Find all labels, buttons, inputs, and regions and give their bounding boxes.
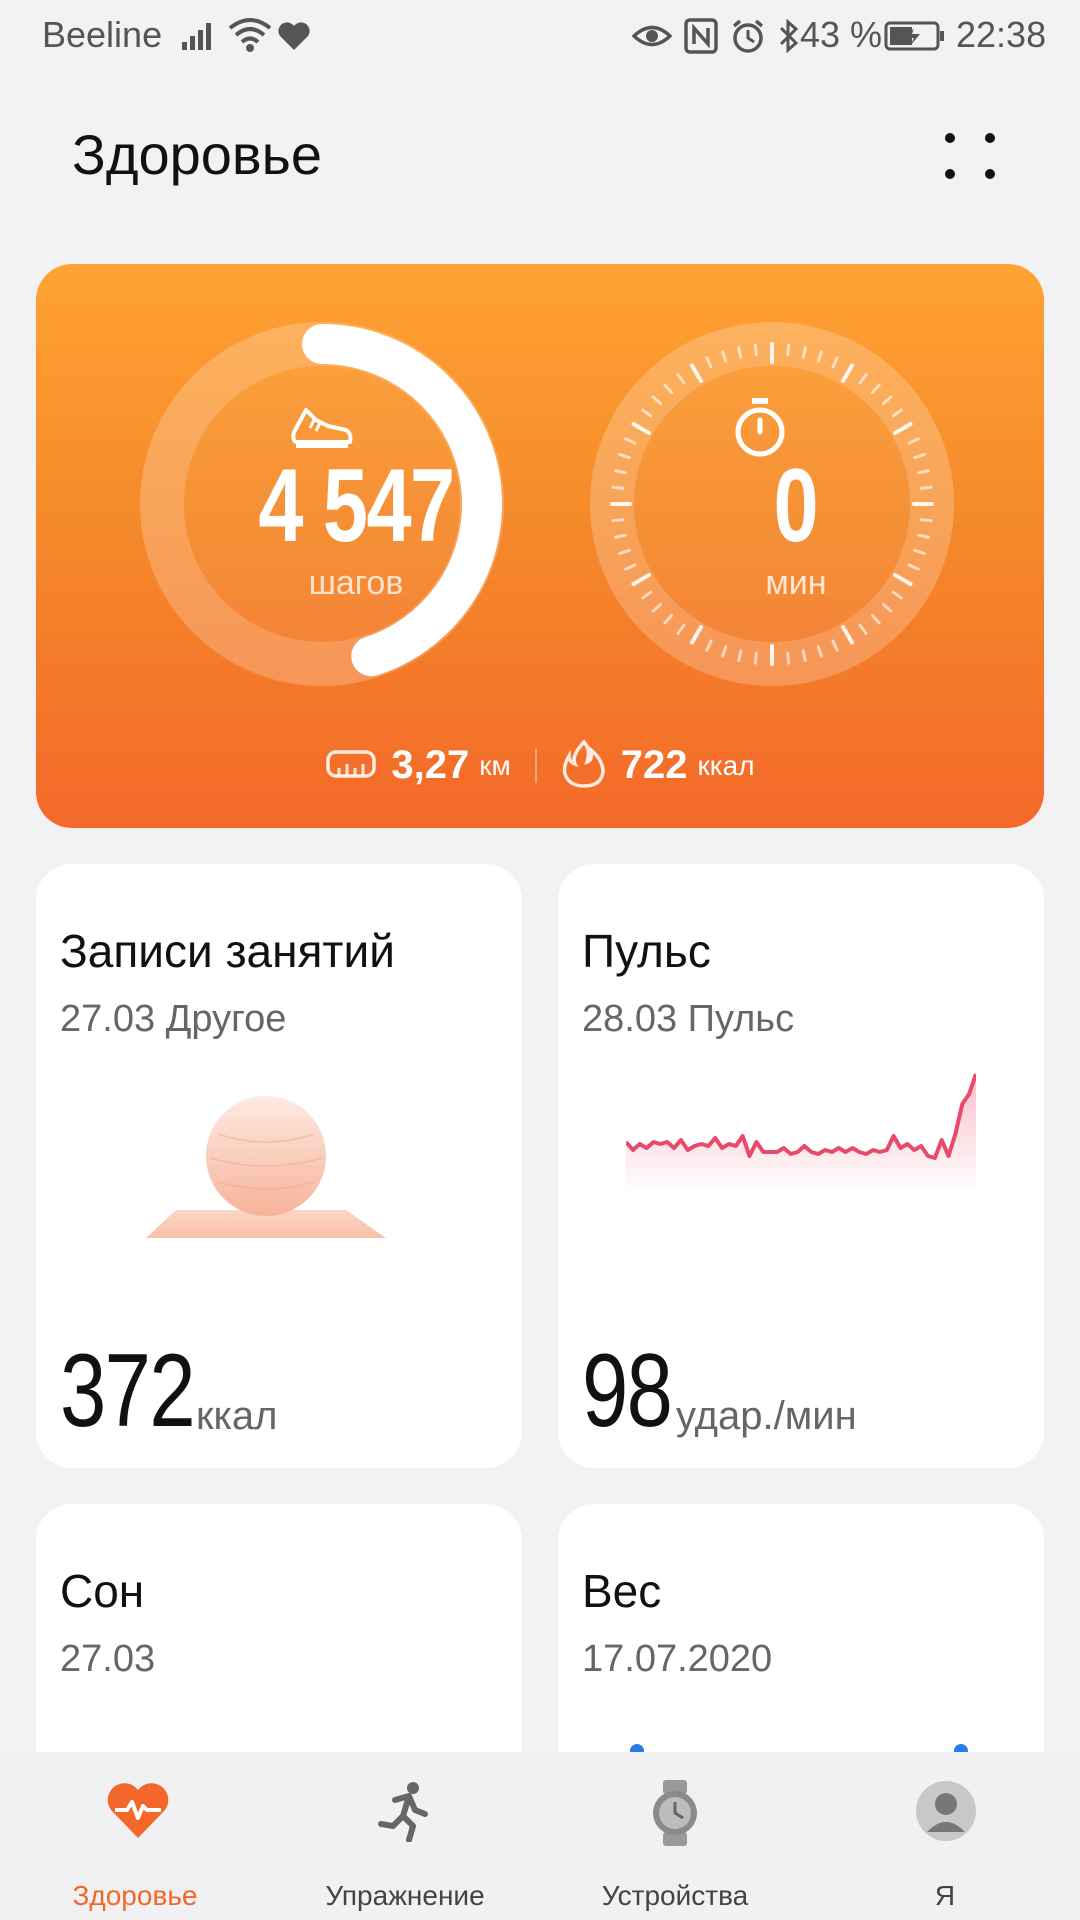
ring-tick [753,651,758,665]
heart-status-icon [276,20,312,57]
workout-records-tile[interactable]: Записи занятий 27.03 Другое 372 ккал [36,864,522,1468]
heart-rate-area [626,1074,976,1194]
activity-summary-card[interactable]: 4 547 шагов 0 мин 3,27 км 722 ккал [36,264,1044,828]
active-minutes-value: 0 [773,448,819,564]
page-title: Здоровье [72,123,323,186]
tab-label: Здоровье [72,1880,198,1911]
ring-tick [786,343,791,357]
signal-icon [180,18,220,57]
tab-label: Я [934,1880,956,1911]
heart-rate-value: 98 [582,1333,673,1449]
steps-unit: шагов [308,564,404,602]
heart-rate-line [626,1073,976,1160]
tile-subtitle: 27.03 Другое [60,998,287,1040]
calories-value: 722 [620,743,688,787]
tile-title: Записи занятий [60,925,395,977]
alarm-icon [730,18,766,59]
ring-tick [737,649,743,663]
tile-subtitle: 28.03 Пульс [582,998,795,1040]
tab-label: Устройства [601,1880,749,1911]
ring-tick [737,345,743,359]
bottom-tab-bar: Здоровье Упражнение Устройства Я [0,1752,1080,1920]
tile-title: Вес [582,1565,662,1617]
wifi-icon [228,16,272,59]
heart-rate-tile[interactable]: Пульс 28.03 Пульс 98 удар./мин [558,864,1044,1468]
flame-icon [561,738,607,793]
ring-tick [786,651,791,665]
watch-icon [645,1780,705,1846]
ring-tick [611,485,625,490]
battery-percent: 43 % [800,14,883,55]
four-dots-icon [945,133,995,179]
activity-footer: 3,27 км 722 ккал [36,738,1044,793]
ring-tick [917,469,931,475]
battery-icon [884,20,946,57]
ring-tick [801,345,807,359]
ring-tick [917,533,931,539]
profile-icon [915,1780,976,1841]
heart-pulse-icon [105,1780,169,1840]
eye-icon [631,19,673,58]
status-bar: Beeline 43 % 22:38 [0,0,1080,75]
ring-tick [801,649,807,663]
clock-time: 22:38 [956,14,1047,55]
nfc-icon [684,18,718,59]
carrier-label: Beeline [42,14,163,55]
ring-tick [613,469,627,475]
tile-subtitle: 27.03 [60,1638,156,1680]
tab-label: Упражнение [325,1880,485,1911]
tile-title: Пульс [582,925,711,977]
ruler-icon [325,746,377,785]
calories-unit: ккал [697,749,755,781]
ring-tick [919,518,933,523]
active-minutes-unit: мин [765,564,827,602]
tile-title: Сон [60,1565,145,1617]
ring-tick [613,533,627,539]
ring-tick [611,518,625,523]
distance-unit: км [479,749,511,781]
workout-calories-unit: ккал [196,1394,278,1438]
ring-tick [753,343,758,357]
distance-value: 3,27 [391,743,470,787]
footer-divider [534,748,537,783]
tile-subtitle: 17.07.2020 [582,1638,773,1680]
workout-calories-value: 372 [60,1333,196,1449]
heart-rate-unit: удар./мин [676,1394,857,1438]
steps-value: 4 547 [258,448,455,564]
exercise-ball-illustration [146,1096,386,1238]
dashboard-edit-button[interactable] [930,120,1010,200]
bluetooth-icon [778,18,800,59]
running-icon [375,1780,435,1843]
status-icons [631,18,800,59]
ring-tick [919,485,933,490]
heart-rate-sparkline [626,1073,976,1194]
